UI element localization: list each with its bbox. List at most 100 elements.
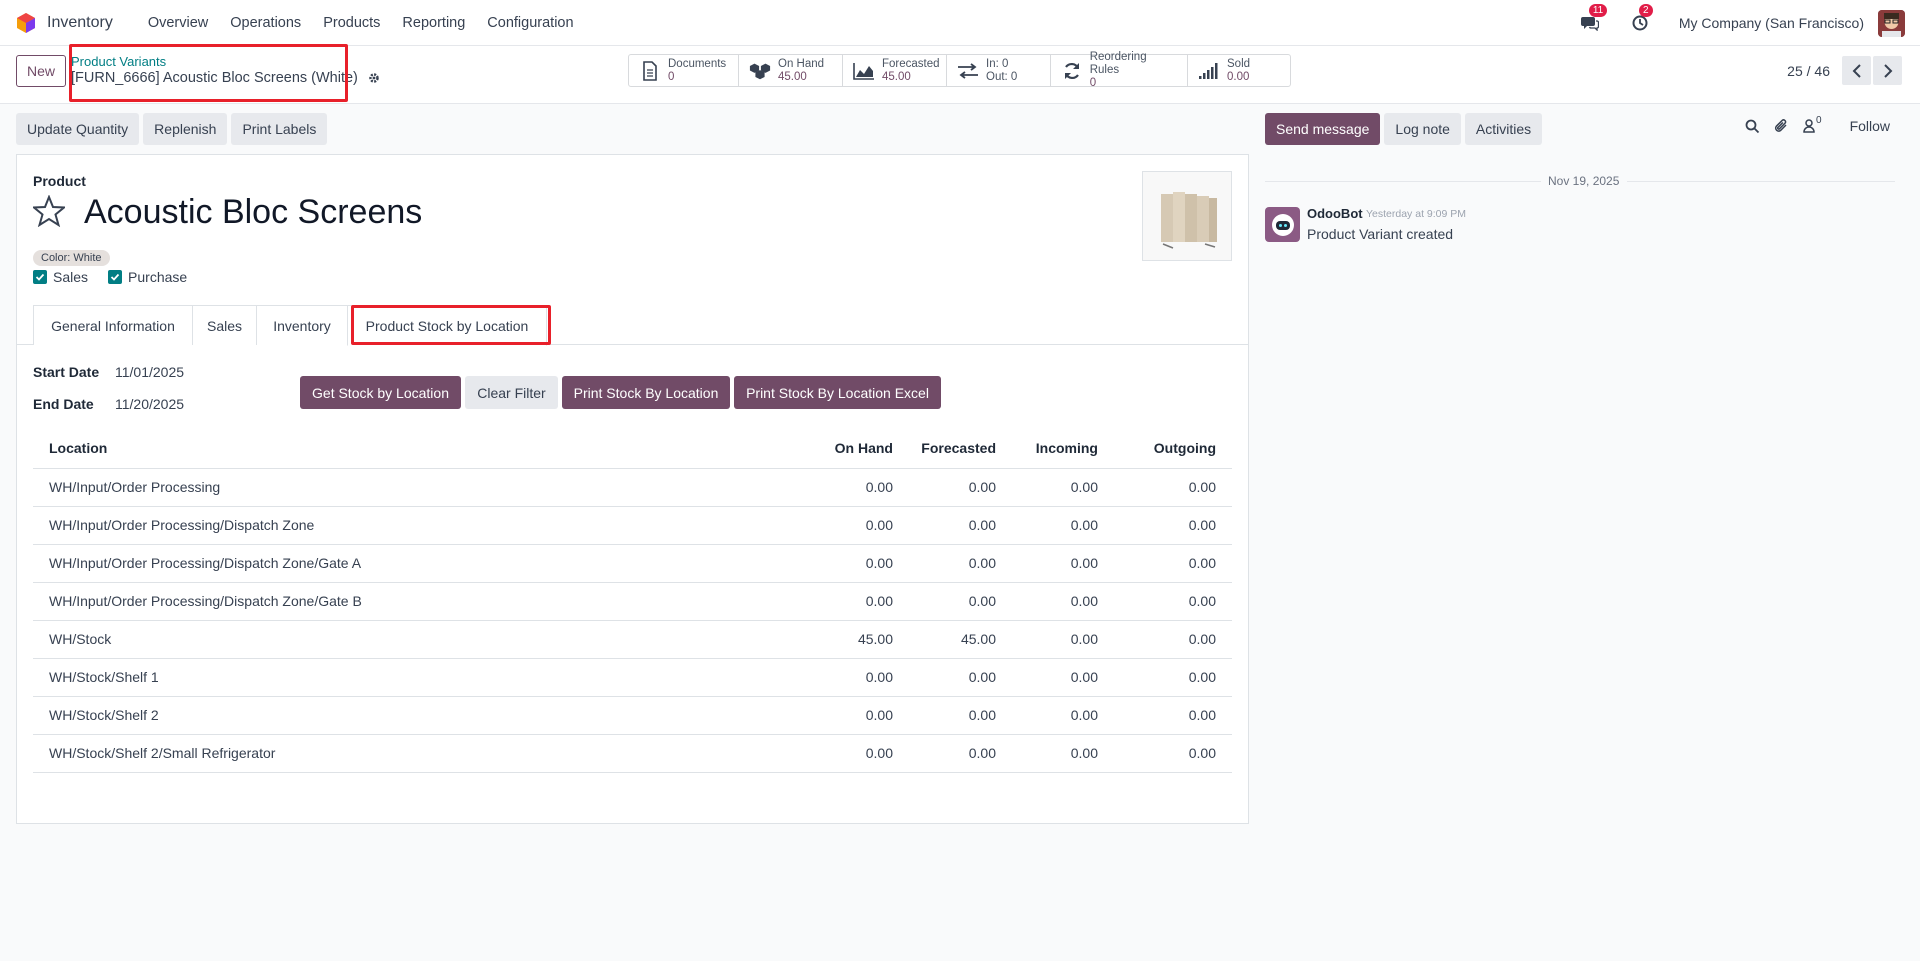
pager-next-button[interactable] — [1873, 56, 1902, 85]
column-header-outgoing[interactable]: Outgoing — [1114, 429, 1232, 469]
menu-overview[interactable]: Overview — [137, 15, 219, 31]
replenish-button[interactable]: Replenish — [143, 113, 228, 145]
table-row[interactable]: WH/Stock/Shelf 1 0.00 0.00 0.00 0.00 — [33, 658, 1232, 697]
forecasted-value: 45.00 — [882, 70, 911, 83]
print-stock-by-location-button[interactable]: Print Stock By Location — [562, 376, 730, 409]
search-icon[interactable] — [1745, 119, 1760, 134]
table-row[interactable]: WH/Input/Order Processing/Dispatch Zone/… — [33, 544, 1232, 583]
activities-clock-icon[interactable]: 2 — [1629, 4, 1653, 34]
print-stock-by-location-excel-button[interactable]: Print Stock By Location Excel — [734, 376, 941, 409]
incoming-cell: 0.00 — [1012, 544, 1114, 583]
forecasted-cell: 0.00 — [909, 734, 1012, 773]
log-note-button[interactable]: Log note — [1384, 113, 1461, 145]
chatter-tools: 0 Follow — [1745, 115, 1890, 134]
end-date-field[interactable]: 11/20/2025 — [115, 396, 184, 412]
outgoing-cell: 0.00 — [1114, 506, 1232, 545]
in-out-smart-button[interactable]: In: 0 Out: 0 — [947, 55, 1051, 86]
product-name[interactable]: Acoustic Bloc Screens — [84, 193, 422, 232]
menu-products[interactable]: Products — [312, 15, 391, 31]
sales-checkbox[interactable] — [33, 270, 47, 284]
pager-previous-button[interactable] — [1842, 56, 1871, 85]
column-header-location[interactable]: Location — [33, 429, 809, 469]
table-row[interactable]: WH/Stock/Shelf 2/Small Refrigerator 0.00… — [33, 734, 1232, 773]
record-pager: 25 / 46 — [1787, 56, 1902, 85]
location-cell: WH/Stock/Shelf 1 — [33, 658, 809, 697]
documents-smart-button[interactable]: Documents 0 — [629, 55, 739, 86]
column-header-on-hand[interactable]: On Hand — [809, 429, 909, 469]
print-labels-button[interactable]: Print Labels — [231, 113, 328, 145]
purchase-checkbox[interactable] — [108, 270, 123, 284]
form-action-buttons: Update Quantity Replenish Print Labels — [16, 113, 328, 145]
table-header-row: Location On Hand Forecasted Incoming Out… — [33, 429, 1232, 469]
notebook-tabs: General Information Sales Inventory Prod… — [17, 305, 1248, 346]
forecasted-cell: 0.00 — [909, 506, 1012, 545]
company-switcher[interactable]: My Company (San Francisco) — [1679, 15, 1864, 31]
menu-operations[interactable]: Operations — [219, 15, 312, 31]
table-row[interactable]: WH/Stock 45.00 45.00 0.00 0.00 — [33, 620, 1232, 659]
location-cell: WH/Stock/Shelf 2/Small Refrigerator — [33, 734, 809, 773]
table-row[interactable]: WH/Input/Order Processing/Dispatch Zone … — [33, 506, 1232, 545]
forecasted-cell: 0.00 — [909, 544, 1012, 583]
menu-reporting[interactable]: Reporting — [391, 15, 476, 31]
table-row[interactable]: WH/Input/Order Processing/Dispatch Zone/… — [33, 582, 1232, 621]
purchase-checkbox-label[interactable]: Purchase — [128, 269, 187, 285]
tab-inventory[interactable]: Inventory — [256, 305, 348, 345]
paperclip-icon[interactable] — [1774, 118, 1789, 134]
sales-checkbox-label[interactable]: Sales — [53, 269, 88, 285]
clear-filter-button[interactable]: Clear Filter — [465, 376, 558, 409]
location-cell: WH/Input/Order Processing/Dispatch Zone/… — [33, 582, 809, 621]
on-hand-smart-button[interactable]: On Hand 45.00 — [739, 55, 843, 86]
send-message-button[interactable]: Send message — [1265, 113, 1381, 145]
documents-value: 0 — [668, 70, 675, 83]
on-hand-cell: 0.00 — [809, 696, 909, 735]
column-header-incoming[interactable]: Incoming — [1012, 429, 1114, 469]
new-button[interactable]: New — [16, 55, 66, 87]
follow-button[interactable]: Follow — [1850, 118, 1890, 134]
app-name[interactable]: Inventory — [47, 14, 113, 32]
message-time: Yesterday at 9:09 PM — [1366, 208, 1467, 220]
inventory-app-icon[interactable] — [15, 12, 37, 34]
message-author[interactable]: OdooBot — [1307, 206, 1363, 221]
pager-value[interactable]: 25 / 46 — [1787, 63, 1830, 79]
menu-configuration[interactable]: Configuration — [476, 15, 584, 31]
favorite-star-icon[interactable] — [33, 195, 65, 227]
sold-value: 0.00 — [1227, 70, 1250, 83]
sold-label: Sold — [1227, 57, 1251, 70]
location-cell: WH/Input/Order Processing/Dispatch Zone — [33, 506, 809, 545]
refresh-icon — [1061, 60, 1083, 82]
outgoing-cell: 0.00 — [1114, 696, 1232, 735]
messages-badge: 11 — [1588, 4, 1608, 17]
signal-bars-icon — [1198, 60, 1220, 82]
followers-button[interactable]: 0 — [1803, 115, 1822, 133]
start-date-field[interactable]: 11/01/2025 — [115, 364, 184, 380]
incoming-cell: 0.00 — [1012, 582, 1114, 621]
area-chart-icon — [853, 60, 875, 82]
incoming-cell: 0.00 — [1012, 468, 1114, 507]
odoobot-avatar[interactable] — [1265, 207, 1300, 242]
reordering-rules-value: 0 — [1089, 77, 1097, 89]
update-quantity-button[interactable]: Update Quantity — [16, 113, 140, 145]
check-icon — [110, 273, 120, 281]
control-panel: New Product Variants [FURN_6666] Acousti… — [0, 44, 1920, 104]
gear-icon[interactable] — [368, 72, 380, 84]
tab-sales[interactable]: Sales — [192, 305, 257, 345]
forecasted-smart-button[interactable]: Forecasted 45.00 — [843, 55, 947, 86]
user-avatar[interactable] — [1878, 9, 1905, 37]
reordering-rules-smart-button[interactable]: Reordering Rules 0 — [1051, 51, 1188, 89]
table-row[interactable]: WH/Stock/Shelf 2 0.00 0.00 0.00 0.00 — [33, 696, 1232, 735]
activities-button[interactable]: Activities — [1464, 113, 1543, 145]
breadcrumb-highlight-box — [69, 44, 348, 102]
outgoing-cell: 0.00 — [1114, 582, 1232, 621]
form-sheet: Product Acoustic Bloc Screens Color: Whi… — [16, 154, 1249, 824]
get-stock-by-location-button[interactable]: Get Stock by Location — [300, 376, 461, 409]
document-icon — [639, 60, 661, 82]
product-image[interactable] — [1142, 171, 1232, 261]
tab-general-information[interactable]: General Information — [33, 305, 193, 345]
user-icon — [1803, 119, 1815, 133]
column-header-forecasted[interactable]: Forecasted — [909, 429, 1012, 469]
table-row[interactable]: WH/Input/Order Processing 0.00 0.00 0.00… — [33, 468, 1232, 507]
messages-icon[interactable]: 11 — [1579, 4, 1608, 34]
top-menu: Overview Operations Products Reporting C… — [137, 15, 585, 31]
sold-smart-button[interactable]: Sold 0.00 — [1188, 55, 1290, 86]
systray: 11 2 My Company (San Francisco) — [1579, 0, 1920, 46]
